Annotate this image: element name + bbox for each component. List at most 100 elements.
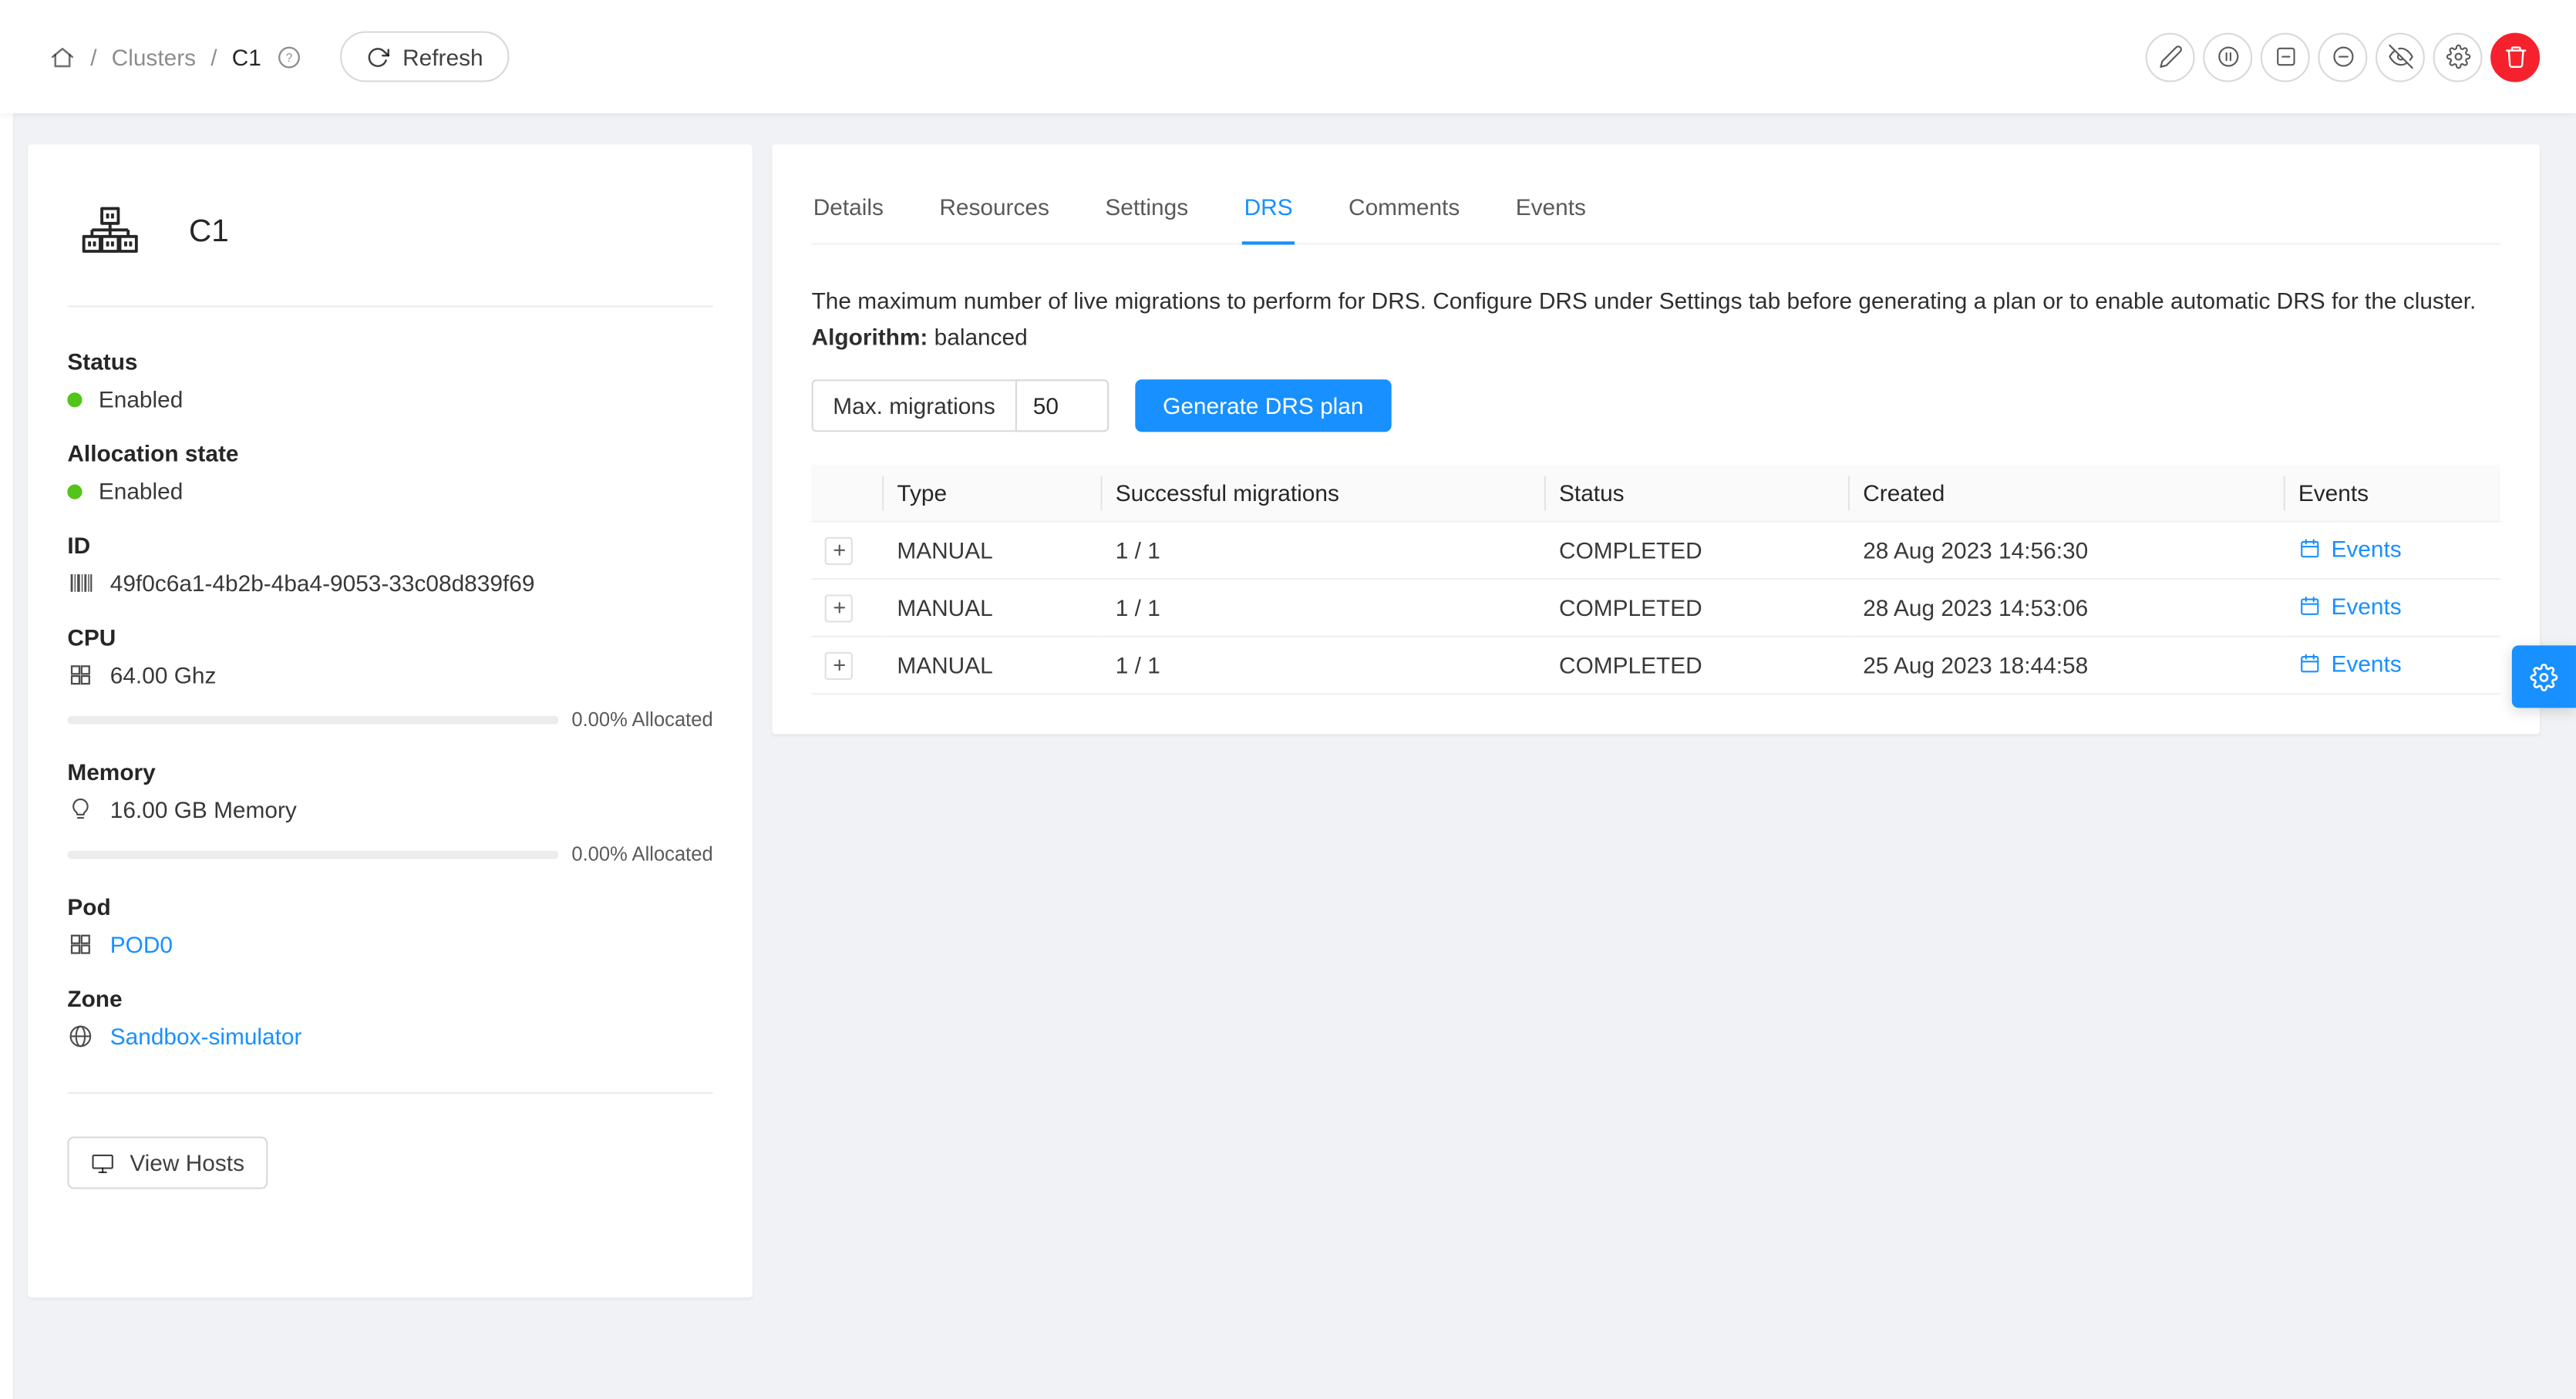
plus-icon xyxy=(830,600,847,617)
header-actions xyxy=(2146,32,2540,82)
zone-link[interactable]: Sandbox-simulator xyxy=(110,1023,302,1049)
configure-ha-button[interactable] xyxy=(2433,32,2483,82)
calendar-icon xyxy=(2298,653,2322,676)
memory-progress-track xyxy=(67,850,558,859)
desktop-icon xyxy=(90,1151,115,1175)
edit-cluster-button[interactable] xyxy=(2146,32,2195,82)
breadcrumb: / Clusters / C1 ? Refresh xyxy=(49,31,510,82)
generate-drs-plan-button[interactable]: Generate DRS plan xyxy=(1135,380,1392,432)
zone-label: Zone xyxy=(67,985,712,1011)
allocation-state-field: Allocation state Enabled xyxy=(67,440,712,504)
topbar: / Clusters / C1 ? Refresh xyxy=(0,0,2576,113)
allocation-state-label: Allocation state xyxy=(67,440,712,466)
refresh-button[interactable]: Refresh xyxy=(340,31,510,82)
cell-migrations: 1 / 1 xyxy=(1103,637,1546,694)
drs-algorithm-value: balanced xyxy=(934,323,1028,349)
cpu-progress: 0.00% Allocated xyxy=(67,708,712,731)
expand-row-button[interactable] xyxy=(825,536,853,564)
max-migrations-input[interactable] xyxy=(1015,380,1108,432)
view-hosts-label: View Hosts xyxy=(130,1149,244,1175)
cell-created: 28 Aug 2023 14:53:06 xyxy=(1850,580,2285,637)
content-area: C1 Status Enabled Allocation state Enabl… xyxy=(15,113,2576,1323)
barcode-icon xyxy=(67,570,93,596)
help-circle-icon[interactable]: ? xyxy=(276,43,302,69)
memory-progress: 0.00% Allocated xyxy=(67,842,712,866)
calendar-icon xyxy=(2298,538,2322,561)
cell-type: MANUAL xyxy=(884,580,1102,637)
memory-value: 16.00 GB Memory xyxy=(110,796,297,822)
unmanage-cluster-button[interactable] xyxy=(2261,32,2310,82)
table-row: MANUAL 1 / 1 COMPLETED 28 Aug 2023 14:53… xyxy=(812,580,2500,637)
tab-settings[interactable]: Settings xyxy=(1103,174,1190,243)
drs-algorithm-label: Algorithm: xyxy=(812,323,928,349)
row-events-link[interactable]: Events xyxy=(2298,651,2402,678)
disable-allocation-button[interactable] xyxy=(2318,32,2367,82)
status-dot xyxy=(67,392,82,406)
svg-text:?: ? xyxy=(286,51,293,64)
settings-drawer-toggle[interactable] xyxy=(2512,645,2576,708)
tab-comments[interactable]: Comments xyxy=(1347,174,1461,243)
cell-status: COMPLETED xyxy=(1546,637,1850,694)
tab-drs[interactable]: DRS xyxy=(1242,174,1294,245)
cpu-field: CPU 64.00 Ghz 0.00% Allocated xyxy=(67,624,712,731)
row-events-link[interactable]: Events xyxy=(2298,594,2402,620)
row-events-label: Events xyxy=(2331,651,2401,678)
bulb-icon xyxy=(67,796,93,822)
tab-events[interactable]: Events xyxy=(1514,174,1588,243)
cluster-icon xyxy=(80,203,140,263)
square-minus-icon xyxy=(2273,45,2298,69)
drs-description: The maximum number of live migrations to… xyxy=(812,284,2500,320)
cpu-grid-icon xyxy=(67,662,93,688)
id-field: ID 49f0c6a1-4b2b-4ba4-9053-33c08d839f69 xyxy=(67,532,712,596)
cell-type: MANUAL xyxy=(884,522,1102,580)
memory-allocated-label: 0.00% Allocated xyxy=(571,842,712,866)
memory-label: Memory xyxy=(67,758,712,785)
max-migrations-group: Max. migrations xyxy=(812,380,1109,432)
detail-tabs: Details Resources Settings DRS Comments … xyxy=(812,145,2500,245)
cell-type: MANUAL xyxy=(884,637,1102,694)
cluster-detail-card: Details Resources Settings DRS Comments … xyxy=(772,145,2540,735)
view-hosts-button[interactable]: View Hosts xyxy=(67,1136,267,1189)
pencil-icon xyxy=(2158,45,2183,69)
gear-icon xyxy=(2446,45,2470,69)
pause-circle-icon xyxy=(2215,45,2240,69)
collapsed-sidebar-rail xyxy=(0,0,15,1399)
delete-cluster-button[interactable] xyxy=(2490,32,2540,82)
row-events-label: Events xyxy=(2331,594,2401,620)
breadcrumb-separator: / xyxy=(90,43,96,69)
tab-details[interactable]: Details xyxy=(812,174,885,243)
divider xyxy=(67,1092,712,1094)
row-events-link[interactable]: Events xyxy=(2298,536,2402,562)
expand-row-button[interactable] xyxy=(825,652,853,680)
breadcrumb-separator: / xyxy=(210,43,217,69)
table-header-row: Type Successful migrations Status Create… xyxy=(812,466,2500,523)
expand-row-button[interactable] xyxy=(825,594,853,622)
trash-icon xyxy=(2503,45,2527,69)
memory-field: Memory 16.00 GB Memory 0.00% Allocated xyxy=(67,758,712,865)
app-root: / Clusters / C1 ? Refresh xyxy=(0,0,2576,1399)
minus-circle-icon xyxy=(2330,45,2355,69)
cluster-info-card: C1 Status Enabled Allocation state Enabl… xyxy=(28,145,753,1298)
tab-resources[interactable]: Resources xyxy=(938,174,1051,243)
home-icon[interactable] xyxy=(49,43,76,69)
cpu-value: 64.00 Ghz xyxy=(110,662,217,688)
pod-field: Pod POD0 xyxy=(67,893,712,957)
plus-icon xyxy=(830,543,847,559)
type-column-header: Type xyxy=(884,466,1102,523)
max-migrations-label: Max. migrations xyxy=(812,380,1015,432)
disable-cluster-button[interactable] xyxy=(2203,32,2252,82)
cpu-label: CPU xyxy=(67,624,712,651)
status-label: Status xyxy=(67,348,712,375)
pod-label: Pod xyxy=(67,893,712,920)
status-value: Enabled xyxy=(99,386,183,412)
breadcrumb-clusters[interactable]: Clusters xyxy=(112,43,196,69)
cell-migrations: 1 / 1 xyxy=(1103,522,1546,580)
eye-slash-icon xyxy=(2388,45,2413,69)
status-field: Status Enabled xyxy=(67,348,712,412)
id-label: ID xyxy=(67,532,712,558)
pod-link[interactable]: POD0 xyxy=(110,931,173,957)
cell-migrations: 1 / 1 xyxy=(1103,580,1546,637)
oobm-toggle-button[interactable] xyxy=(2376,32,2425,82)
row-events-label: Events xyxy=(2331,536,2401,562)
expand-column-header xyxy=(812,466,884,523)
